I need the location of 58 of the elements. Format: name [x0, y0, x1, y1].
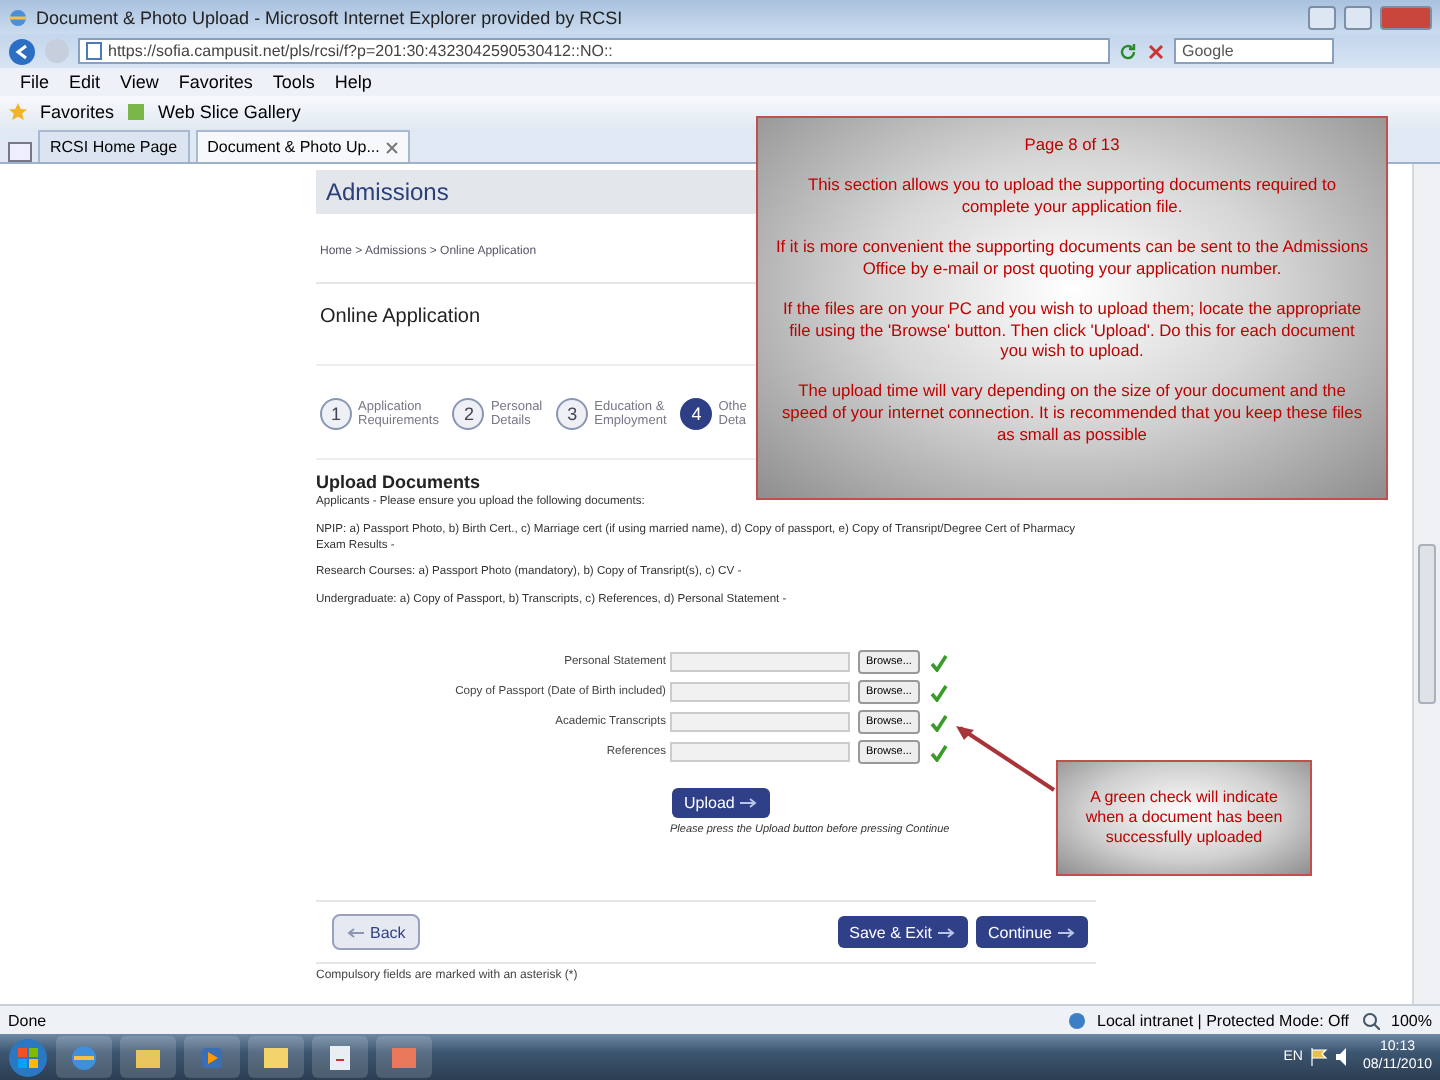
stop-icon[interactable] — [1146, 41, 1166, 61]
upload-button[interactable]: Upload — [672, 788, 771, 819]
minimize-button[interactable] — [1308, 5, 1336, 29]
file-input[interactable] — [670, 682, 850, 703]
zoom-level[interactable]: 100% — [1391, 1011, 1432, 1029]
url-text: https://sofia.campusit.net/pls/rcsi/f?p=201:30:4323042590530412::NO:: — [108, 42, 613, 60]
menu-item[interactable]: Tools — [272, 72, 315, 92]
pointer-arrow — [954, 724, 1058, 792]
tip-text: A green check will indicate when a document has been successfully uploaded — [1083, 788, 1285, 848]
window-title: Document & Photo Upload - Microsoft Internet Explorer provided by RCSI — [36, 7, 625, 27]
file-input[interactable] — [670, 712, 850, 733]
search-field[interactable]: Google — [1174, 38, 1334, 64]
save-exit-button[interactable]: Save & Exit — [837, 916, 968, 949]
browser-icon[interactable] — [68, 1041, 100, 1073]
step-number[interactable]: 4 — [680, 398, 713, 430]
favorites-button[interactable]: Favorites — [40, 102, 115, 122]
security-zone: Local intranet | Protected Mode: Off — [1097, 1011, 1350, 1029]
close-icon[interactable] — [385, 141, 398, 153]
scrollbar[interactable] — [1412, 164, 1440, 1004]
page-icon — [86, 42, 102, 60]
file-input[interactable] — [670, 652, 850, 673]
menu-item[interactable]: Help — [334, 72, 372, 92]
arrow-icon — [346, 927, 364, 938]
globe-icon — [1067, 1011, 1086, 1029]
menu-item[interactable]: View — [120, 72, 159, 92]
arrow-icon — [740, 798, 759, 809]
menu-item[interactable]: Edit — [69, 72, 101, 92]
page-counter: Page 8 of 13 — [1024, 134, 1120, 156]
step-number[interactable]: 2 — [452, 398, 485, 430]
browser-icon — [8, 7, 28, 27]
continue-button[interactable]: Continue — [975, 916, 1088, 949]
step-number[interactable]: 3 — [556, 398, 589, 430]
arrow-icon — [1058, 927, 1076, 938]
callout-text: The upload time will vary depending on the size of your document and the speed of your internet connection. It is recommended that you keep these files as small as possible — [779, 380, 1365, 447]
step-number[interactable]: 1 — [320, 398, 352, 430]
favorites-link[interactable]: Web Slice Gallery — [158, 102, 301, 122]
status-text: Done — [8, 1011, 47, 1029]
refresh-icon[interactable] — [1118, 41, 1138, 61]
header-title: Admissions — [326, 178, 449, 206]
menu-item[interactable]: File — [20, 72, 50, 92]
maximize-button[interactable] — [1344, 5, 1372, 29]
scroll-thumb[interactable] — [1418, 544, 1436, 704]
menu-item[interactable]: Favorites — [178, 72, 253, 92]
address-field[interactable]: https://sofia.campusit.net/pls/rcsi/f?p=201:30:4323042590530412::NO:: — [78, 38, 1110, 64]
browser-tab[interactable]: RCSI Home Page — [38, 130, 190, 162]
quick-tabs-icon[interactable] — [8, 142, 32, 162]
web-slice-icon — [126, 102, 147, 122]
back-icon[interactable] — [8, 37, 36, 65]
zoom-icon[interactable] — [1361, 1011, 1380, 1029]
star-icon — [8, 102, 28, 122]
back-button[interactable]: Back — [332, 914, 420, 951]
close-button[interactable] — [1380, 5, 1432, 29]
flag-icon[interactable] — [1310, 1048, 1329, 1066]
start-icon[interactable] — [8, 1037, 48, 1077]
file-input[interactable] — [670, 742, 850, 763]
callout-text: This section allows you to upload the supporting documents required to complete your application file. — [806, 173, 1338, 218]
browser-tab[interactable]: Document & Photo Up... — [195, 130, 410, 162]
arrow-icon — [937, 927, 956, 938]
